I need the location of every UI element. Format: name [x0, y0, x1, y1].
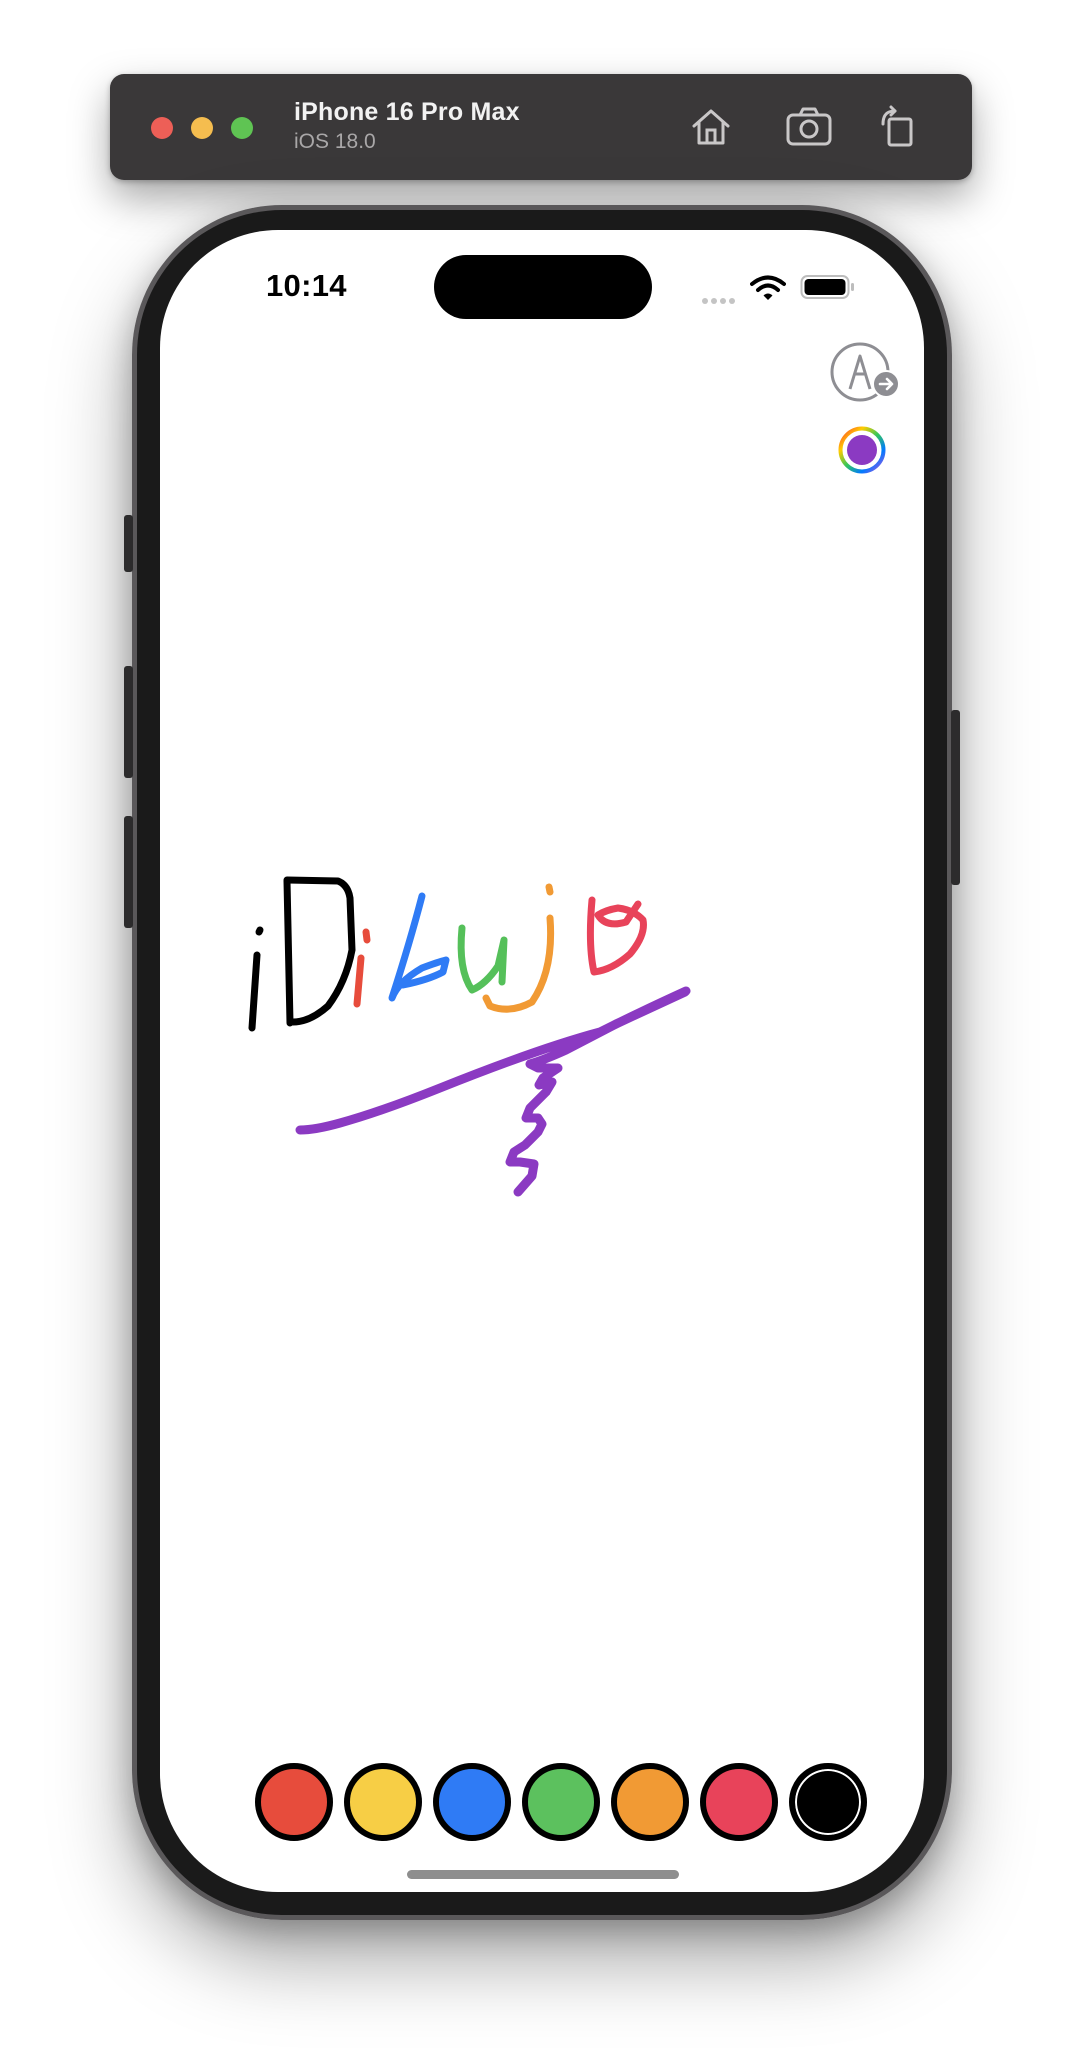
color-swatch-yellow[interactable]: [344, 1763, 422, 1841]
color-swatch-red[interactable]: [255, 1763, 333, 1841]
color-palette: [255, 1763, 867, 1841]
home-icon: [692, 109, 730, 145]
volume-up-button[interactable]: [124, 666, 133, 778]
color-swatch-pink[interactable]: [700, 1763, 778, 1841]
stroke-exclamation-line: [248, 951, 261, 1032]
rotate-icon: [881, 105, 913, 147]
stroke-letter-b: [388, 892, 450, 1002]
device-os-version: iOS 18.0: [294, 130, 376, 153]
simulator-title-bar: iPhone 16 Pro Max iOS 18.0: [110, 74, 972, 180]
rotate-button[interactable]: [874, 102, 924, 152]
color-swatch-blue[interactable]: [433, 1763, 511, 1841]
stroke-letter-j-dot: [545, 883, 554, 896]
volume-down-button[interactable]: [124, 816, 133, 928]
screenshot-button[interactable]: [784, 102, 834, 152]
screenshot-icon: [786, 107, 832, 146]
stroke-letter-i-dot: [362, 928, 371, 944]
color-swatch-black[interactable]: [789, 1763, 867, 1841]
stroke-underline: [295, 986, 691, 1197]
action-button[interactable]: [124, 515, 133, 572]
color-swatch-orange[interactable]: [611, 1763, 689, 1841]
minimize-window-button[interactable]: [191, 117, 213, 139]
zoom-window-button[interactable]: [231, 117, 253, 139]
power-button[interactable]: [951, 710, 960, 885]
color-swatch-green[interactable]: [522, 1763, 600, 1841]
drawing-canvas[interactable]: [160, 230, 924, 1892]
close-window-button[interactable]: [151, 117, 173, 139]
stroke-exclamation-dot: [255, 926, 264, 936]
stroke-letter-d-bowl: [283, 876, 356, 1026]
stroke-letter-u: [457, 924, 508, 994]
home-indicator[interactable]: [407, 1870, 679, 1879]
device-name: iPhone 16 Pro Max: [294, 98, 520, 126]
stroke-letter-i-stem: [353, 954, 365, 1008]
stroke-letter-d-stem: [283, 877, 294, 1027]
home-button[interactable]: [686, 102, 736, 152]
stroke-letter-o: [586, 896, 647, 976]
phone-screen: 10:14: [160, 230, 924, 1892]
